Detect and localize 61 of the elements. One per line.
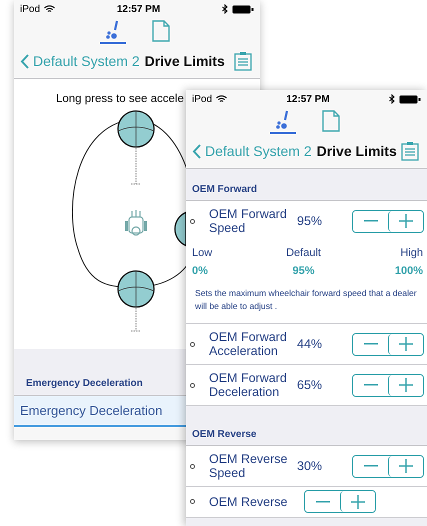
- setting-label: OEM Forward Speed: [209, 207, 288, 235]
- value-text: 65%: [297, 378, 324, 392]
- bluetooth-icon: [222, 4, 228, 14]
- value-text: 30%: [297, 459, 324, 473]
- range-label: Default: [286, 247, 321, 259]
- range-label: High: [400, 247, 423, 259]
- minus-icon: [316, 500, 330, 502]
- minus-icon: [364, 220, 378, 222]
- minus-icon: [364, 384, 378, 386]
- plus-icon: [399, 214, 413, 228]
- bullet-icon: [190, 218, 195, 224]
- increase-button[interactable]: [388, 334, 423, 354]
- plus-icon: [351, 494, 365, 508]
- drag-handle[interactable]: [117, 270, 155, 308]
- clock-time: 12:57 PM: [285, 94, 331, 104]
- document-icon: [322, 110, 340, 132]
- range-label: Low: [192, 247, 212, 259]
- range-marker: [130, 308, 142, 332]
- bluetooth-icon: [389, 94, 395, 104]
- list-row[interactable]: Emergency Deceleration: [14, 396, 186, 427]
- minus-icon: [364, 465, 378, 467]
- value-text: 44%: [297, 337, 324, 351]
- battery-icon: [232, 4, 254, 14]
- bullet-icon: [190, 464, 195, 468]
- increase-button[interactable]: [388, 210, 423, 232]
- range-value: 100%: [394, 265, 423, 277]
- range-value: 95%: [292, 265, 315, 277]
- range-marker: [130, 148, 142, 184]
- carrier-label: iPod: [20, 4, 40, 14]
- increase-button[interactable]: [388, 374, 423, 396]
- setting-label: OEM Reverse: [209, 494, 288, 508]
- minus-icon: [364, 343, 378, 345]
- clock-time: 12:57 PM: [116, 4, 162, 14]
- clipboard-icon[interactable]: [401, 141, 419, 161]
- increase-button[interactable]: [388, 456, 423, 476]
- screen-title: Drive Limits: [144, 53, 226, 69]
- plus-icon: [399, 378, 413, 392]
- wifi-icon: [44, 5, 56, 13]
- screen-title: Drive Limits: [316, 143, 398, 159]
- chevron-left-icon: [192, 144, 201, 158]
- battery-icon: [399, 94, 421, 104]
- value-text: 95%: [297, 214, 324, 228]
- document-icon: [152, 20, 170, 42]
- section-header: OEM Forward: [186, 169, 427, 201]
- carrier-label: iPod: [192, 94, 212, 104]
- wheelchair-top-view-icon: [125, 209, 147, 236]
- section-header: OEM Reverse: [186, 406, 427, 446]
- bullet-icon: [190, 342, 195, 346]
- plus-icon: [399, 459, 413, 473]
- plus-icon: [399, 337, 413, 351]
- bullet-icon: [190, 499, 195, 504]
- drag-handle[interactable]: [174, 212, 187, 246]
- chevron-left-icon: [20, 54, 29, 68]
- description-text: Sets the maximum wheelchair forward speed that a dealer will be able to adjust .: [194, 287, 418, 313]
- range-value: 0%: [192, 265, 209, 277]
- drag-handle[interactable]: [117, 110, 155, 148]
- clipboard-icon[interactable]: [234, 51, 252, 71]
- increase-button[interactable]: [340, 491, 375, 512]
- setting-label: OEM Reverse Speed: [209, 452, 288, 480]
- bullet-icon: [190, 382, 195, 388]
- wifi-icon: [216, 95, 228, 103]
